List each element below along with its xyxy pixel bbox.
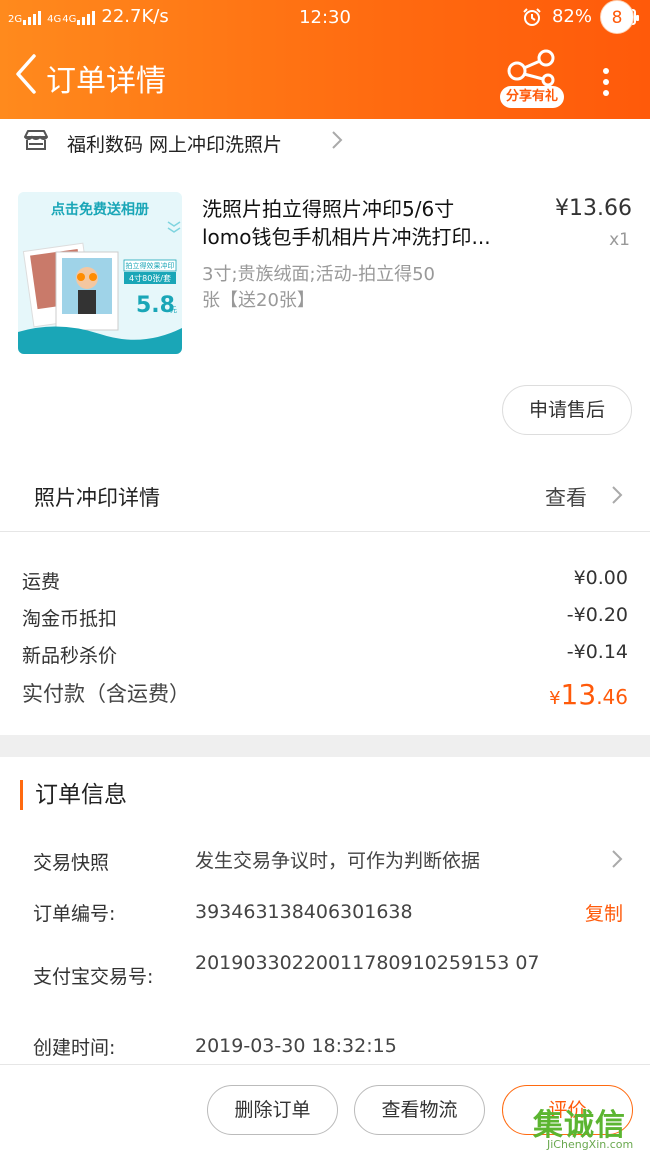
share-icon <box>507 49 555 87</box>
battery-percent: 82% <box>551 6 592 27</box>
section-divider <box>0 735 650 757</box>
thumb-tag-2: 4寸80张/套 <box>129 273 171 283</box>
delete-order-button[interactable]: 删除订单 <box>207 1085 338 1135</box>
fee-label: 淘金币抵扣 <box>22 608 118 630</box>
view-logistics-button[interactable]: 查看物流 <box>354 1085 485 1135</box>
product-title-line-2: lomo钱包手机相片片冲洗打印... <box>202 225 491 249</box>
photo-print-detail-label: 照片冲印详情 <box>34 486 160 510</box>
thumb-tag-1: 拍立得效果冲印 <box>126 261 175 270</box>
alarm-icon <box>523 7 541 26</box>
product-sku-line-1: 3寸;贵族绒面;活动-拍立得50 <box>202 264 435 285</box>
snapshot-value: 发生交易争议时，可作为判断依据 <box>195 850 481 872</box>
share-button[interactable]: 分享有礼 <box>500 46 564 108</box>
order-number-row: 订单编号: 393463138406301638 复制 <box>0 899 650 929</box>
fee-row-shipping: 运费 ¥0.00 <box>0 567 650 603</box>
fee-value: -¥0.14 <box>566 641 628 663</box>
fee-row-flash-sale: 新品秒杀价 -¥0.14 <box>0 641 650 677</box>
notification-badge: 8 <box>600 0 634 34</box>
watermark-logo: 集诚信 JiChengXin.com <box>533 1100 650 1155</box>
total-amount: ¥13.46 <box>549 678 628 711</box>
fee-label: 新品秒杀价 <box>22 645 118 667</box>
chevron-right-icon <box>332 131 343 149</box>
chevron-right-icon <box>612 850 623 868</box>
total-label: 实付款（含运费） <box>22 682 190 706</box>
product-title[interactable]: 洗照片拍立得照片冲印5/6寸 lomo钱包手机相片片冲洗打印... <box>202 195 532 251</box>
alipay-number-value: 20190330220011780910259153 07 <box>195 952 540 974</box>
view-link[interactable]: 查看 <box>545 482 587 512</box>
watermark-url: JiChengXin.com <box>547 1138 634 1151</box>
snapshot-label: 交易快照 <box>33 852 110 874</box>
back-arrow-icon[interactable] <box>10 52 40 96</box>
fee-row-coin: 淘金币抵扣 -¥0.20 <box>0 604 650 640</box>
alipay-number-label: 支付宝交易号: <box>33 966 154 988</box>
total-paid-row: 实付款（含运费） ¥13.46 <box>0 678 650 718</box>
chevron-right-icon <box>612 486 623 504</box>
photo-print-detail-row[interactable]: 照片冲印详情 查看 <box>0 464 650 532</box>
apply-after-sale-button[interactable]: 申请售后 <box>502 385 632 435</box>
copy-button[interactable]: 复制 <box>585 899 623 926</box>
thumb-promo-text: 点击免费送相册 <box>51 201 149 218</box>
order-number-value: 393463138406301638 <box>195 901 413 923</box>
fee-label: 运费 <box>22 571 61 593</box>
created-time-row: 创建时间: 2019-03-30 18:32:15 <box>0 1033 650 1063</box>
share-reward-label: 分享有礼 <box>500 86 564 108</box>
fee-value: ¥0.00 <box>573 567 628 589</box>
nav-bar: 订单详情 分享有礼 <box>0 40 650 116</box>
product-sku-line-2: 张【送20张】 <box>202 290 315 311</box>
fee-value: -¥0.20 <box>566 604 628 626</box>
product-title-line-1: 洗照片拍立得照片冲印5/6寸 <box>202 197 455 221</box>
snapshot-row[interactable]: 交易快照 发生交易争议时，可作为判断依据 <box>0 848 650 878</box>
shop-row[interactable]: 福利数码 网上冲印洗照片 <box>0 119 650 163</box>
product-price: ¥13.66 <box>555 196 632 221</box>
status-bar: 2G 4G 4G 22.7K/s 12:30 82% <box>0 0 650 36</box>
alipay-number-row: 支付宝交易号: 20190330220011780910259153 07 <box>0 950 650 1006</box>
created-time-value: 2019-03-30 18:32:15 <box>195 1035 397 1057</box>
order-number-label: 订单编号: <box>33 903 116 925</box>
product-quantity: x1 <box>609 230 630 250</box>
created-time-label: 创建时间: <box>33 1037 116 1059</box>
page-title: 订单详情 <box>46 64 166 99</box>
shop-name: 福利数码 网上冲印洗照片 <box>67 134 283 156</box>
order-info-title: 订单信息 <box>20 780 127 810</box>
product-image: 点击免费送相册 拍立得效果冲印 4寸80张/套 5.8 元 <box>18 192 182 354</box>
thumb-unit: 元 <box>170 306 177 314</box>
product-sku: 3寸;贵族绒面;活动-拍立得50 张【送20张】 <box>202 262 502 314</box>
product-thumbnail[interactable]: 点击免费送相册 拍立得效果冲印 4寸80张/套 5.8 元 <box>18 192 182 354</box>
shop-icon <box>24 130 48 150</box>
more-menu-button[interactable] <box>596 68 616 98</box>
